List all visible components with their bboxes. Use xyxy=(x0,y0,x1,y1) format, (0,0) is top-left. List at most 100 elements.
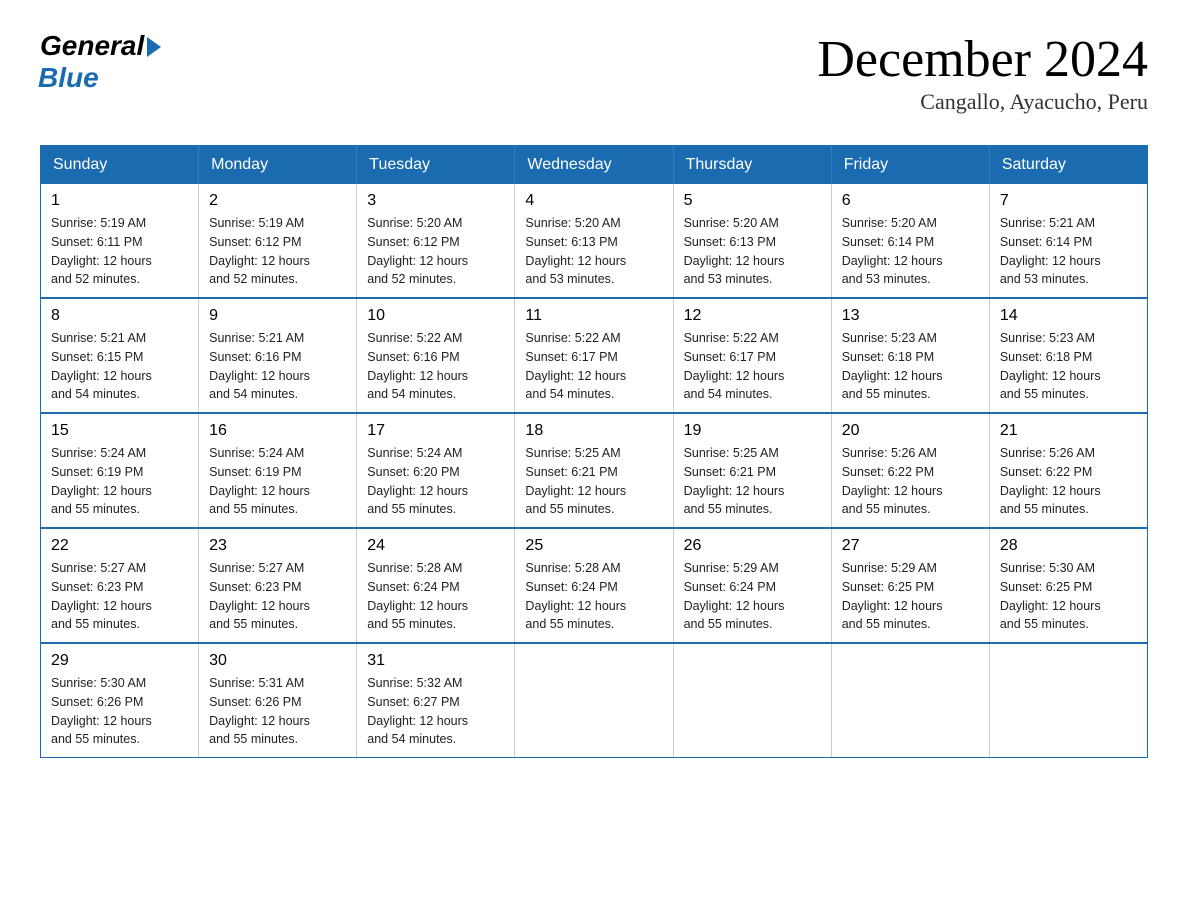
day-info: Sunrise: 5:26 AM Sunset: 6:22 PM Dayligh… xyxy=(842,444,979,519)
day-number: 21 xyxy=(1000,422,1137,440)
day-info: Sunrise: 5:26 AM Sunset: 6:22 PM Dayligh… xyxy=(1000,444,1137,519)
calendar-day-cell: 28 Sunrise: 5:30 AM Sunset: 6:25 PM Dayli… xyxy=(989,528,1147,643)
day-info: Sunrise: 5:22 AM Sunset: 6:16 PM Dayligh… xyxy=(367,329,504,404)
day-info: Sunrise: 5:21 AM Sunset: 6:14 PM Dayligh… xyxy=(1000,214,1137,289)
calendar-day-cell: 19 Sunrise: 5:25 AM Sunset: 6:21 PM Dayli… xyxy=(673,413,831,528)
calendar-week-row: 29Sunrise: 5:30 AM Sunset: 6:26 PM Dayli… xyxy=(41,643,1148,758)
header-monday: Monday xyxy=(199,146,357,185)
day-info: Sunrise: 5:20 AM Sunset: 6:13 PM Dayligh… xyxy=(525,214,662,289)
day-info: Sunrise: 5:30 AM Sunset: 6:25 PM Dayligh… xyxy=(1000,559,1137,634)
logo-arrow-icon xyxy=(147,37,161,57)
calendar-day-cell: 25 Sunrise: 5:28 AM Sunset: 6:24 PM Dayli… xyxy=(515,528,673,643)
header-tuesday: Tuesday xyxy=(357,146,515,185)
day-number: 17 xyxy=(367,422,504,440)
day-number: 8 xyxy=(51,307,188,325)
calendar-day-cell: 15 Sunrise: 5:24 AM Sunset: 6:19 PM Dayli… xyxy=(41,413,199,528)
day-number: 18 xyxy=(525,422,662,440)
day-number: 10 xyxy=(367,307,504,325)
day-info: Sunrise: 5:25 AM Sunset: 6:21 PM Dayligh… xyxy=(684,444,821,519)
calendar-day-cell: 7 Sunrise: 5:21 AM Sunset: 6:14 PM Daylig… xyxy=(989,184,1147,298)
day-info: Sunrise: 5:23 AM Sunset: 6:18 PM Dayligh… xyxy=(842,329,979,404)
calendar-day-cell: 27Sunrise: 5:29 AM Sunset: 6:25 PM Dayli… xyxy=(831,528,989,643)
day-info: Sunrise: 5:28 AM Sunset: 6:24 PM Dayligh… xyxy=(367,559,504,634)
calendar-day-cell: 14 Sunrise: 5:23 AM Sunset: 6:18 PM Dayli… xyxy=(989,298,1147,413)
calendar-day-cell: 4 Sunrise: 5:20 AM Sunset: 6:13 PM Daylig… xyxy=(515,184,673,298)
day-info: Sunrise: 5:19 AM Sunset: 6:12 PM Dayligh… xyxy=(209,214,346,289)
calendar-day-cell: 2 Sunrise: 5:19 AM Sunset: 6:12 PM Daylig… xyxy=(199,184,357,298)
calendar-day-cell: 21 Sunrise: 5:26 AM Sunset: 6:22 PM Dayli… xyxy=(989,413,1147,528)
day-number: 26 xyxy=(684,537,821,555)
day-number: 5 xyxy=(684,192,821,210)
calendar-header-row: SundayMondayTuesdayWednesdayThursdayFrid… xyxy=(41,146,1148,185)
day-number: 9 xyxy=(209,307,346,325)
day-info: Sunrise: 5:20 AM Sunset: 6:14 PM Dayligh… xyxy=(842,214,979,289)
day-number: 31 xyxy=(367,652,504,670)
day-info: Sunrise: 5:27 AM Sunset: 6:23 PM Dayligh… xyxy=(209,559,346,634)
day-info: Sunrise: 5:22 AM Sunset: 6:17 PM Dayligh… xyxy=(684,329,821,404)
logo-blue-text: Blue xyxy=(38,62,99,94)
day-number: 30 xyxy=(209,652,346,670)
header-friday: Friday xyxy=(831,146,989,185)
day-info: Sunrise: 5:21 AM Sunset: 6:15 PM Dayligh… xyxy=(51,329,188,404)
header-wednesday: Wednesday xyxy=(515,146,673,185)
day-info: Sunrise: 5:28 AM Sunset: 6:24 PM Dayligh… xyxy=(525,559,662,634)
main-title: December 2024 xyxy=(817,30,1148,89)
day-number: 16 xyxy=(209,422,346,440)
day-info: Sunrise: 5:29 AM Sunset: 6:24 PM Dayligh… xyxy=(684,559,821,634)
page-header: General Blue December 2024 Cangallo, Aya… xyxy=(40,30,1148,115)
header-thursday: Thursday xyxy=(673,146,831,185)
subtitle: Cangallo, Ayacucho, Peru xyxy=(817,89,1148,115)
day-number: 22 xyxy=(51,537,188,555)
calendar-day-cell: 9Sunrise: 5:21 AM Sunset: 6:16 PM Daylig… xyxy=(199,298,357,413)
day-number: 25 xyxy=(525,537,662,555)
calendar-day-cell: 6 Sunrise: 5:20 AM Sunset: 6:14 PM Daylig… xyxy=(831,184,989,298)
title-section: December 2024 Cangallo, Ayacucho, Peru xyxy=(817,30,1148,115)
day-number: 23 xyxy=(209,537,346,555)
calendar-day-cell: 11Sunrise: 5:22 AM Sunset: 6:17 PM Dayli… xyxy=(515,298,673,413)
calendar-day-cell: 22 Sunrise: 5:27 AM Sunset: 6:23 PM Dayli… xyxy=(41,528,199,643)
day-number: 1 xyxy=(51,192,188,210)
day-info: Sunrise: 5:29 AM Sunset: 6:25 PM Dayligh… xyxy=(842,559,979,634)
day-info: Sunrise: 5:27 AM Sunset: 6:23 PM Dayligh… xyxy=(51,559,188,634)
calendar-day-cell: 10 Sunrise: 5:22 AM Sunset: 6:16 PM Dayli… xyxy=(357,298,515,413)
calendar-week-row: 22 Sunrise: 5:27 AM Sunset: 6:23 PM Dayli… xyxy=(41,528,1148,643)
day-number: 2 xyxy=(209,192,346,210)
calendar-empty-cell xyxy=(673,643,831,758)
calendar-empty-cell xyxy=(989,643,1147,758)
calendar-empty-cell xyxy=(515,643,673,758)
header-saturday: Saturday xyxy=(989,146,1147,185)
day-number: 15 xyxy=(51,422,188,440)
day-info: Sunrise: 5:24 AM Sunset: 6:19 PM Dayligh… xyxy=(209,444,346,519)
calendar-day-cell: 23 Sunrise: 5:27 AM Sunset: 6:23 PM Dayli… xyxy=(199,528,357,643)
header-sunday: Sunday xyxy=(41,146,199,185)
calendar-week-row: 1Sunrise: 5:19 AM Sunset: 6:11 PM Daylig… xyxy=(41,184,1148,298)
calendar-week-row: 15 Sunrise: 5:24 AM Sunset: 6:19 PM Dayli… xyxy=(41,413,1148,528)
calendar-day-cell: 24 Sunrise: 5:28 AM Sunset: 6:24 PM Dayli… xyxy=(357,528,515,643)
calendar-day-cell: 13 Sunrise: 5:23 AM Sunset: 6:18 PM Dayli… xyxy=(831,298,989,413)
day-number: 24 xyxy=(367,537,504,555)
logo-general-text: General xyxy=(40,30,144,62)
day-number: 19 xyxy=(684,422,821,440)
day-info: Sunrise: 5:23 AM Sunset: 6:18 PM Dayligh… xyxy=(1000,329,1137,404)
calendar-empty-cell xyxy=(831,643,989,758)
day-number: 28 xyxy=(1000,537,1137,555)
day-number: 29 xyxy=(51,652,188,670)
calendar-day-cell: 1Sunrise: 5:19 AM Sunset: 6:11 PM Daylig… xyxy=(41,184,199,298)
day-number: 14 xyxy=(1000,307,1137,325)
day-number: 6 xyxy=(842,192,979,210)
day-info: Sunrise: 5:24 AM Sunset: 6:19 PM Dayligh… xyxy=(51,444,188,519)
day-info: Sunrise: 5:24 AM Sunset: 6:20 PM Dayligh… xyxy=(367,444,504,519)
day-number: 7 xyxy=(1000,192,1137,210)
day-number: 11 xyxy=(525,307,662,325)
day-info: Sunrise: 5:32 AM Sunset: 6:27 PM Dayligh… xyxy=(367,674,504,749)
calendar-week-row: 8 Sunrise: 5:21 AM Sunset: 6:15 PM Daylig… xyxy=(41,298,1148,413)
calendar-day-cell: 12 Sunrise: 5:22 AM Sunset: 6:17 PM Dayli… xyxy=(673,298,831,413)
day-number: 12 xyxy=(684,307,821,325)
day-number: 13 xyxy=(842,307,979,325)
day-info: Sunrise: 5:20 AM Sunset: 6:13 PM Dayligh… xyxy=(684,214,821,289)
day-number: 4 xyxy=(525,192,662,210)
day-info: Sunrise: 5:25 AM Sunset: 6:21 PM Dayligh… xyxy=(525,444,662,519)
calendar-day-cell: 8 Sunrise: 5:21 AM Sunset: 6:15 PM Daylig… xyxy=(41,298,199,413)
calendar-table: SundayMondayTuesdayWednesdayThursdayFrid… xyxy=(40,145,1148,758)
calendar-day-cell: 30Sunrise: 5:31 AM Sunset: 6:26 PM Dayli… xyxy=(199,643,357,758)
